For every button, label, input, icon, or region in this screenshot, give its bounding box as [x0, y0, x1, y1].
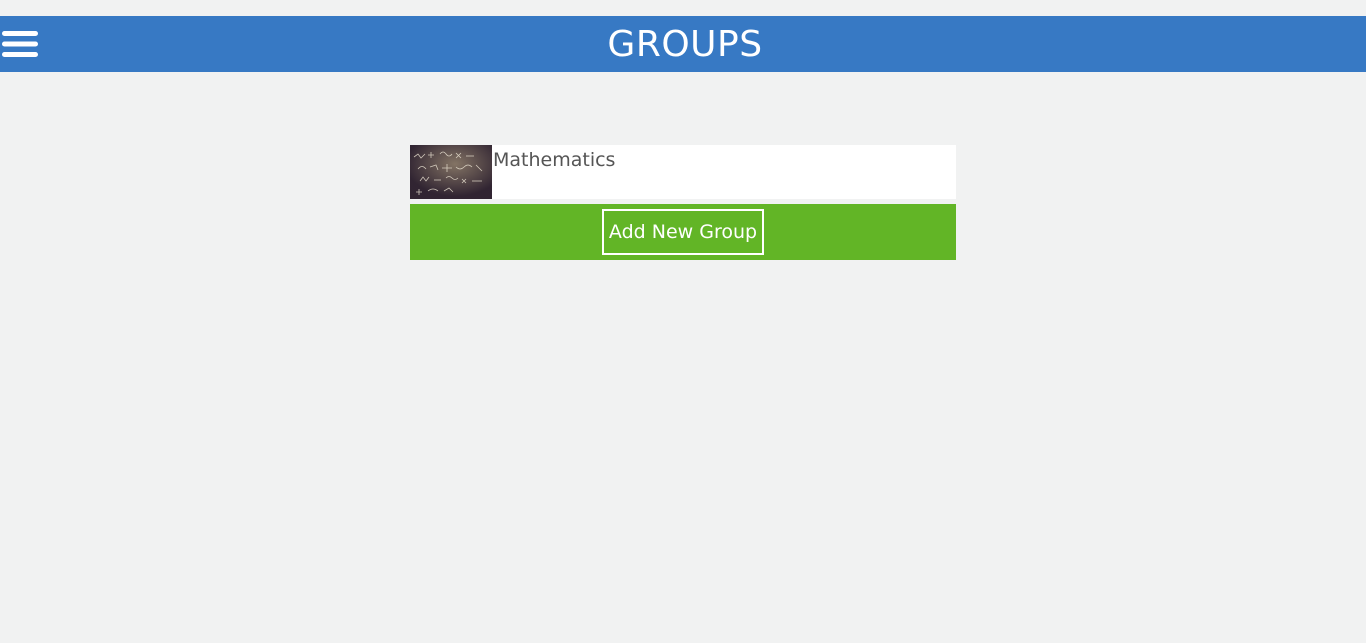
add-group-bar: Add New Group [410, 204, 956, 260]
group-item-mathematics[interactable]: Mathematics [410, 145, 956, 199]
app-header: GROUPS [0, 16, 1366, 72]
groups-list: Mathematics Add New Group [410, 145, 956, 260]
page-title: GROUPS [607, 23, 763, 65]
group-name-label: Mathematics [493, 149, 616, 171]
top-gap [0, 0, 1366, 16]
add-new-group-button[interactable]: Add New Group [601, 209, 765, 255]
hamburger-menu-icon[interactable] [2, 29, 38, 59]
group-thumbnail-image [410, 145, 492, 199]
